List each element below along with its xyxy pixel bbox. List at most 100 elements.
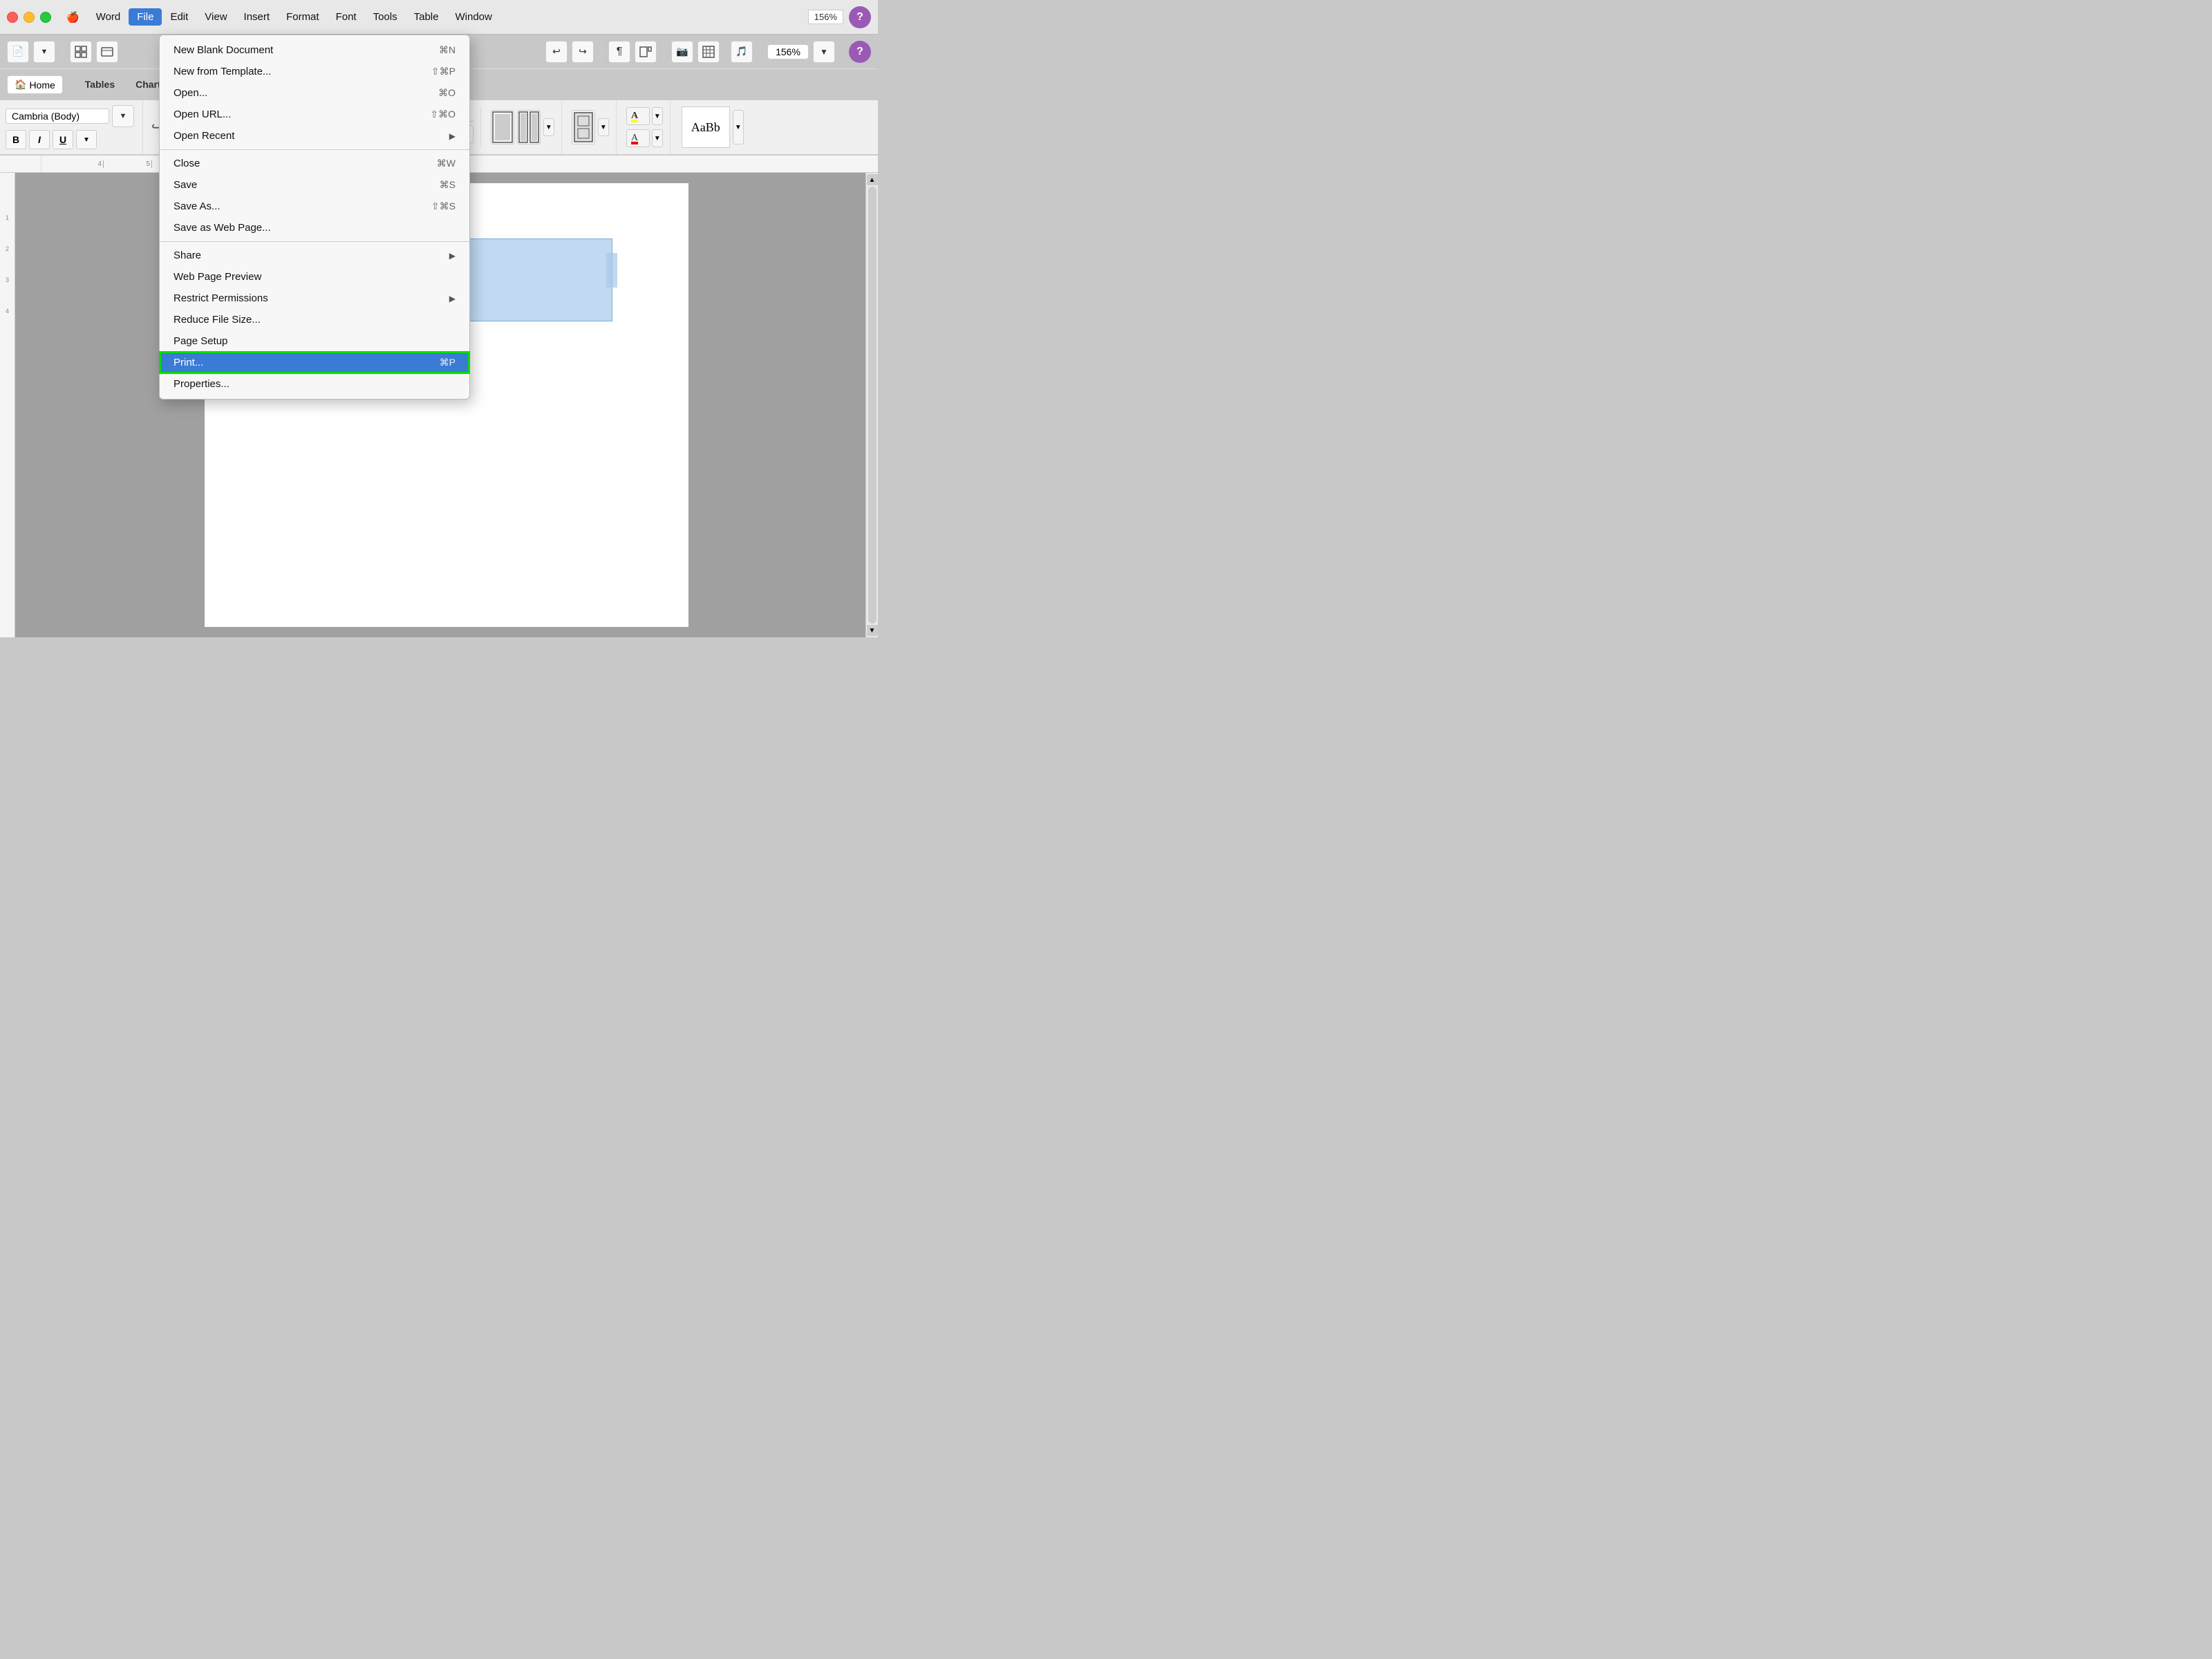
menu-label-new-blank: New Blank Document: [174, 44, 273, 56]
style-dropdown[interactable]: ▼: [733, 110, 744, 144]
music-button[interactable]: 🎵: [731, 41, 753, 63]
color-group: A ▼ A ▼: [619, 100, 671, 154]
menubar-format[interactable]: Format: [278, 8, 328, 26]
ruler-v-4: 4: [6, 308, 9, 315]
view-button[interactable]: [635, 41, 657, 63]
menubar-tools[interactable]: Tools: [365, 8, 406, 26]
menubar-apple[interactable]: 🍎: [58, 8, 88, 26]
menubar-edit[interactable]: Edit: [162, 8, 196, 26]
ribbon-font-section: Cambria (Body) ▼ B I U ▼: [6, 100, 143, 154]
menubar-file[interactable]: File: [129, 8, 162, 26]
table-insert-button[interactable]: [697, 41, 720, 63]
menu-item-reduce[interactable]: Reduce File Size...: [160, 309, 469, 330]
menu-label-open-url: Open URL...: [174, 109, 231, 120]
underline-button[interactable]: U: [53, 130, 73, 149]
scroll-thumb[interactable]: [868, 187, 877, 624]
open-button[interactable]: ▼: [33, 41, 55, 63]
menu-item-open-url[interactable]: Open URL... ⇧⌘O: [160, 104, 469, 125]
menu-shortcut-save-as: ⇧⌘S: [431, 200, 456, 212]
single-col-btn[interactable]: [491, 110, 514, 144]
menubar-insert[interactable]: Insert: [236, 8, 279, 26]
menu-item-properties[interactable]: Properties...: [160, 373, 469, 395]
ruler-v-2: 2: [6, 245, 9, 252]
maximize-button[interactable]: [40, 12, 51, 23]
bold-button[interactable]: B: [6, 130, 26, 149]
menu-label-new-template: New from Template...: [174, 66, 271, 77]
separator-1: [160, 149, 469, 150]
menu-label-save-as: Save As...: [174, 200, 221, 212]
tab-tables[interactable]: Tables: [75, 75, 124, 95]
menu-item-restrict[interactable]: Restrict Permissions: [160, 288, 469, 309]
menu-shortcut-open-url: ⇧⌘O: [430, 109, 456, 120]
menu-item-open-recent[interactable]: Open Recent: [160, 125, 469, 147]
col-dropdown[interactable]: ▼: [543, 118, 554, 136]
camera-button[interactable]: 📷: [671, 41, 693, 63]
menubar-table[interactable]: Table: [406, 8, 447, 26]
font-color-dropdown[interactable]: ▼: [652, 129, 663, 147]
menu-label-properties: Properties...: [174, 378, 229, 390]
menu-label-close: Close: [174, 158, 200, 169]
menu-item-new-blank[interactable]: New Blank Document ⌘N: [160, 39, 469, 61]
svg-text:A: A: [631, 133, 639, 143]
menubar: 🍎 Word File Edit View Insert Format Font…: [0, 0, 878, 35]
format-row: B I U ▼: [6, 130, 134, 149]
minimize-button[interactable]: [24, 12, 35, 23]
help-button[interactable]: ?: [849, 6, 871, 28]
font-color-btn[interactable]: A: [626, 129, 650, 147]
browse-button[interactable]: [96, 41, 118, 63]
menu-item-close[interactable]: Close ⌘W: [160, 153, 469, 174]
menu-label-print: Print...: [174, 357, 203, 368]
menu-item-print[interactable]: Print... ⌘P: [160, 352, 469, 373]
menubar-view[interactable]: View: [196, 8, 235, 26]
help-circle-button[interactable]: ?: [849, 41, 871, 63]
font-dropdown[interactable]: ▼: [112, 105, 134, 127]
style-preview-area: AaBb ▼: [673, 100, 752, 154]
menu-label-reduce: Reduce File Size...: [174, 314, 261, 326]
selection-handle: [606, 253, 617, 288]
menu-item-web-preview[interactable]: Web Page Preview: [160, 266, 469, 288]
grid-view-button[interactable]: [70, 41, 92, 63]
borders-dropdown[interactable]: ▼: [598, 118, 609, 136]
redo-button[interactable]: ↪: [572, 41, 594, 63]
menu-item-save-as[interactable]: Save As... ⇧⌘S: [160, 196, 469, 217]
layout-group: ▼: [484, 100, 562, 154]
menu-label-web-preview: Web Page Preview: [174, 271, 261, 283]
zoom-box[interactable]: 156%: [767, 44, 809, 59]
menu-shortcut-new-blank: ⌘N: [439, 44, 456, 56]
italic-button[interactable]: I: [29, 130, 50, 149]
underline-dropdown[interactable]: ▼: [76, 130, 97, 149]
menu-shortcut-open: ⌘O: [438, 87, 456, 99]
home-tab[interactable]: 🏠 Home: [7, 75, 63, 94]
scrollbar[interactable]: ▲ ▼: [865, 173, 878, 637]
scroll-down[interactable]: ▼: [867, 625, 878, 636]
menu-item-save[interactable]: Save ⌘S: [160, 174, 469, 196]
new-doc-button[interactable]: 📄: [7, 41, 29, 63]
menu-item-open[interactable]: Open... ⌘O: [160, 82, 469, 104]
svg-text:A: A: [631, 111, 639, 121]
menu-item-save-web[interactable]: Save as Web Page...: [160, 217, 469, 238]
home-label: Home: [29, 79, 55, 91]
menubar-font[interactable]: Font: [328, 8, 365, 26]
menubar-word[interactable]: Word: [88, 8, 129, 26]
color-dropdown[interactable]: ▼: [652, 107, 663, 125]
menu-item-page-setup[interactable]: Page Setup: [160, 330, 469, 352]
ruler-mark-5: 5: [104, 160, 152, 168]
ruler-mark-4: 4: [55, 160, 104, 168]
zoom-dropdown[interactable]: ▼: [813, 41, 835, 63]
menu-item-new-template[interactable]: New from Template... ⇧⌘P: [160, 61, 469, 82]
two-col-btn[interactable]: [517, 110, 541, 144]
paragraph-marks-button[interactable]: ¶: [608, 41, 630, 63]
close-button[interactable]: [7, 12, 18, 23]
menu-label-save: Save: [174, 179, 197, 191]
menu-shortcut-close: ⌘W: [437, 158, 456, 169]
menubar-window[interactable]: Window: [447, 8, 500, 26]
ruler-v-3: 3: [6, 276, 9, 283]
highlight-btn[interactable]: A: [626, 107, 650, 125]
borders-btn[interactable]: [572, 110, 595, 144]
font-selector[interactable]: Cambria (Body): [6, 109, 109, 124]
menu-label-page-setup: Page Setup: [174, 335, 227, 347]
scroll-up[interactable]: ▲: [867, 174, 878, 185]
menu-item-share[interactable]: Share: [160, 245, 469, 266]
zoom-indicator[interactable]: 156%: [808, 10, 843, 24]
undo-button[interactable]: ↩: [545, 41, 568, 63]
